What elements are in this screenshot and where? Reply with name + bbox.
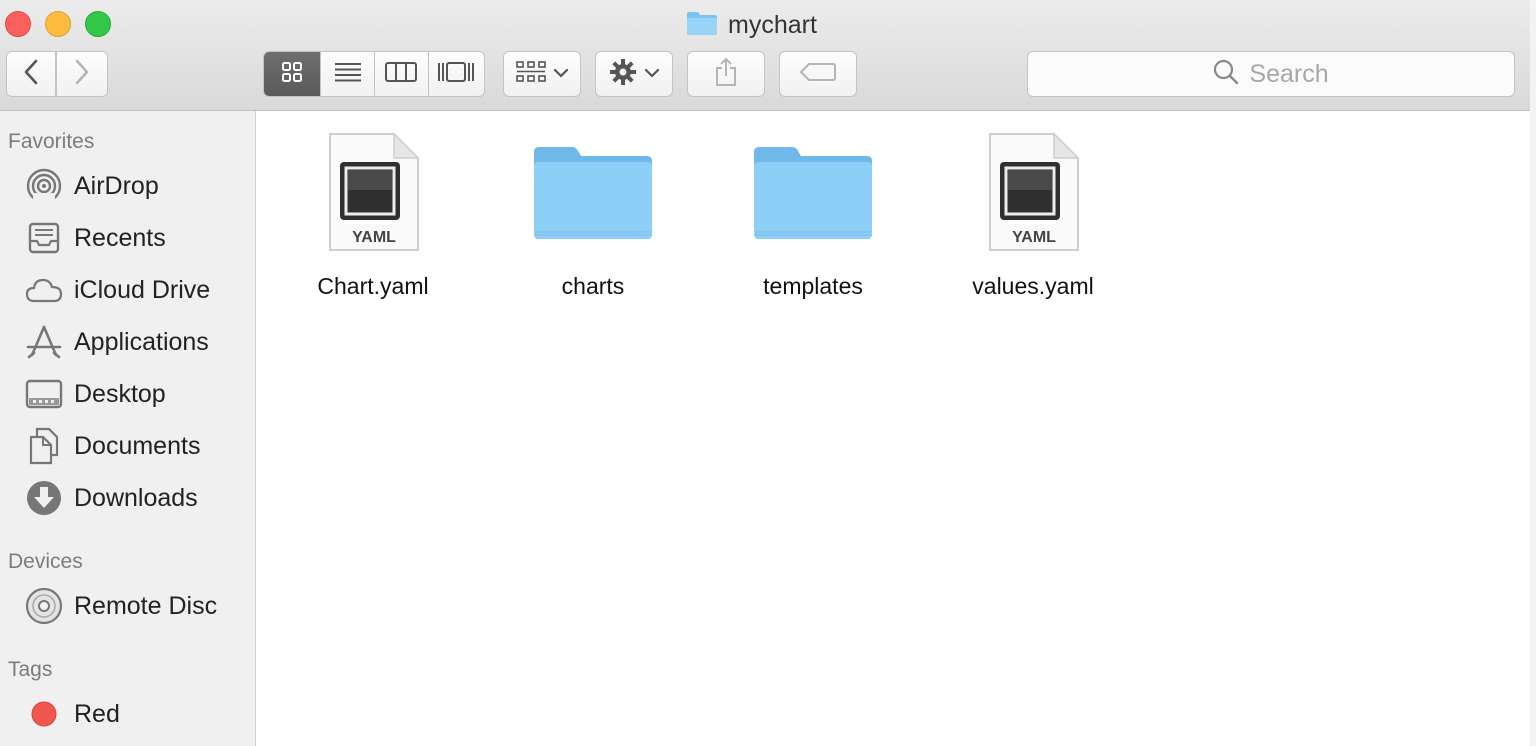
yaml-file-icon: YAML <box>933 129 1133 257</box>
file-type-badge: YAML <box>1012 229 1056 246</box>
sidebar-item-label: Recents <box>74 223 166 252</box>
tag-icon <box>800 62 836 87</box>
downloads-icon <box>24 478 64 518</box>
share-button[interactable] <box>687 51 765 97</box>
action-button[interactable] <box>595 51 673 97</box>
search-field[interactable]: Search <box>1027 51 1515 97</box>
gallery-icon <box>437 61 475 88</box>
sidebar-item-icloud-drive[interactable]: iCloud Drive <box>24 268 249 312</box>
arrange-grid-icon <box>516 60 546 88</box>
applications-icon <box>24 322 64 362</box>
sidebar-item-label: AirDrop <box>74 171 159 200</box>
sidebar-item-label: Remote Disc <box>74 591 218 620</box>
window-title: mychart <box>728 10 817 39</box>
sidebar-item-label: iCloud Drive <box>74 275 211 304</box>
sidebar-item-label: Desktop <box>74 379 166 408</box>
finder-window: mychart Search Favorites AirDrop Recents… <box>0 0 1530 746</box>
columns-icon <box>385 61 418 87</box>
file-item-charts[interactable]: charts <box>493 129 693 300</box>
edit-tags-button[interactable] <box>779 51 857 97</box>
file-name: Chart.yaml <box>317 273 429 299</box>
close-window-button[interactable] <box>5 11 31 37</box>
chevron-left-icon <box>23 59 39 90</box>
file-item-chart-yaml[interactable]: YAML Chart.yaml <box>273 129 473 300</box>
sidebar-item-desktop[interactable]: Desktop <box>24 372 249 416</box>
sidebar-item-downloads[interactable]: Downloads <box>24 476 249 520</box>
file-item-values-yaml[interactable]: YAML values.yaml <box>933 129 1133 300</box>
sidebar-item-label: Documents <box>74 431 201 460</box>
chevron-right-icon <box>74 59 90 90</box>
sidebar-item-documents[interactable]: Documents <box>24 424 249 468</box>
window-edge <box>1530 0 1536 746</box>
toolbar: mychart Search <box>0 0 1530 111</box>
sidebar-item-label: Applications <box>74 327 209 356</box>
file-name: templates <box>763 273 863 299</box>
list-icon <box>334 62 362 87</box>
sidebar-item-label: Red <box>74 699 120 728</box>
sidebar-item-tag-red[interactable]: Red <box>24 692 249 736</box>
list-view-button[interactable] <box>321 52 375 96</box>
chevron-down-icon <box>644 65 660 83</box>
favorites-header: Favorites <box>8 130 95 153</box>
file-name: charts <box>561 273 625 299</box>
devices-header: Devices <box>8 550 83 573</box>
icon-view-button[interactable] <box>264 52 322 96</box>
sidebar: Favorites AirDrop Recents iCloud Drive A… <box>0 111 256 746</box>
file-name: values.yaml <box>972 273 1094 299</box>
sidebar-item-recents[interactable]: Recents <box>24 216 249 260</box>
icloud-icon <box>24 270 64 310</box>
recents-icon <box>24 218 64 258</box>
sidebar-item-airdrop[interactable]: AirDrop <box>24 164 249 208</box>
share-icon <box>714 57 738 92</box>
search-icon <box>1213 59 1239 90</box>
sidebar-item-label: Downloads <box>74 483 198 512</box>
red-tag-dot-icon <box>24 694 64 734</box>
window-title-area: mychart <box>686 8 817 42</box>
folder-icon <box>686 10 718 41</box>
search-placeholder: Search <box>1249 59 1329 88</box>
forward-button[interactable] <box>56 51 108 97</box>
file-item-templates[interactable]: templates <box>713 129 913 300</box>
sidebar-item-remote-disc[interactable]: Remote Disc <box>24 584 249 628</box>
gallery-view-button[interactable] <box>429 52 484 96</box>
sidebar-item-applications[interactable]: Applications <box>24 320 249 364</box>
file-type-badge: YAML <box>352 229 396 246</box>
back-button[interactable] <box>6 51 56 97</box>
file-grid: YAML Chart.yaml charts templates YAML va… <box>256 111 1530 746</box>
desktop-icon <box>24 374 64 414</box>
view-mode-control <box>263 51 485 97</box>
chevron-down-icon <box>553 65 569 83</box>
minimize-window-button[interactable] <box>45 11 71 37</box>
disc-icon <box>24 586 64 626</box>
folder-icon <box>713 129 913 257</box>
documents-icon <box>24 426 64 466</box>
yaml-file-icon: YAML <box>273 129 473 257</box>
airdrop-icon <box>24 166 64 206</box>
zoom-window-button[interactable] <box>85 11 111 37</box>
arrange-button[interactable] <box>503 51 581 97</box>
tags-header: Tags <box>8 658 53 681</box>
grid-icon <box>281 61 303 88</box>
folder-icon <box>493 129 693 257</box>
column-view-button[interactable] <box>375 52 429 96</box>
gear-icon <box>609 58 637 91</box>
